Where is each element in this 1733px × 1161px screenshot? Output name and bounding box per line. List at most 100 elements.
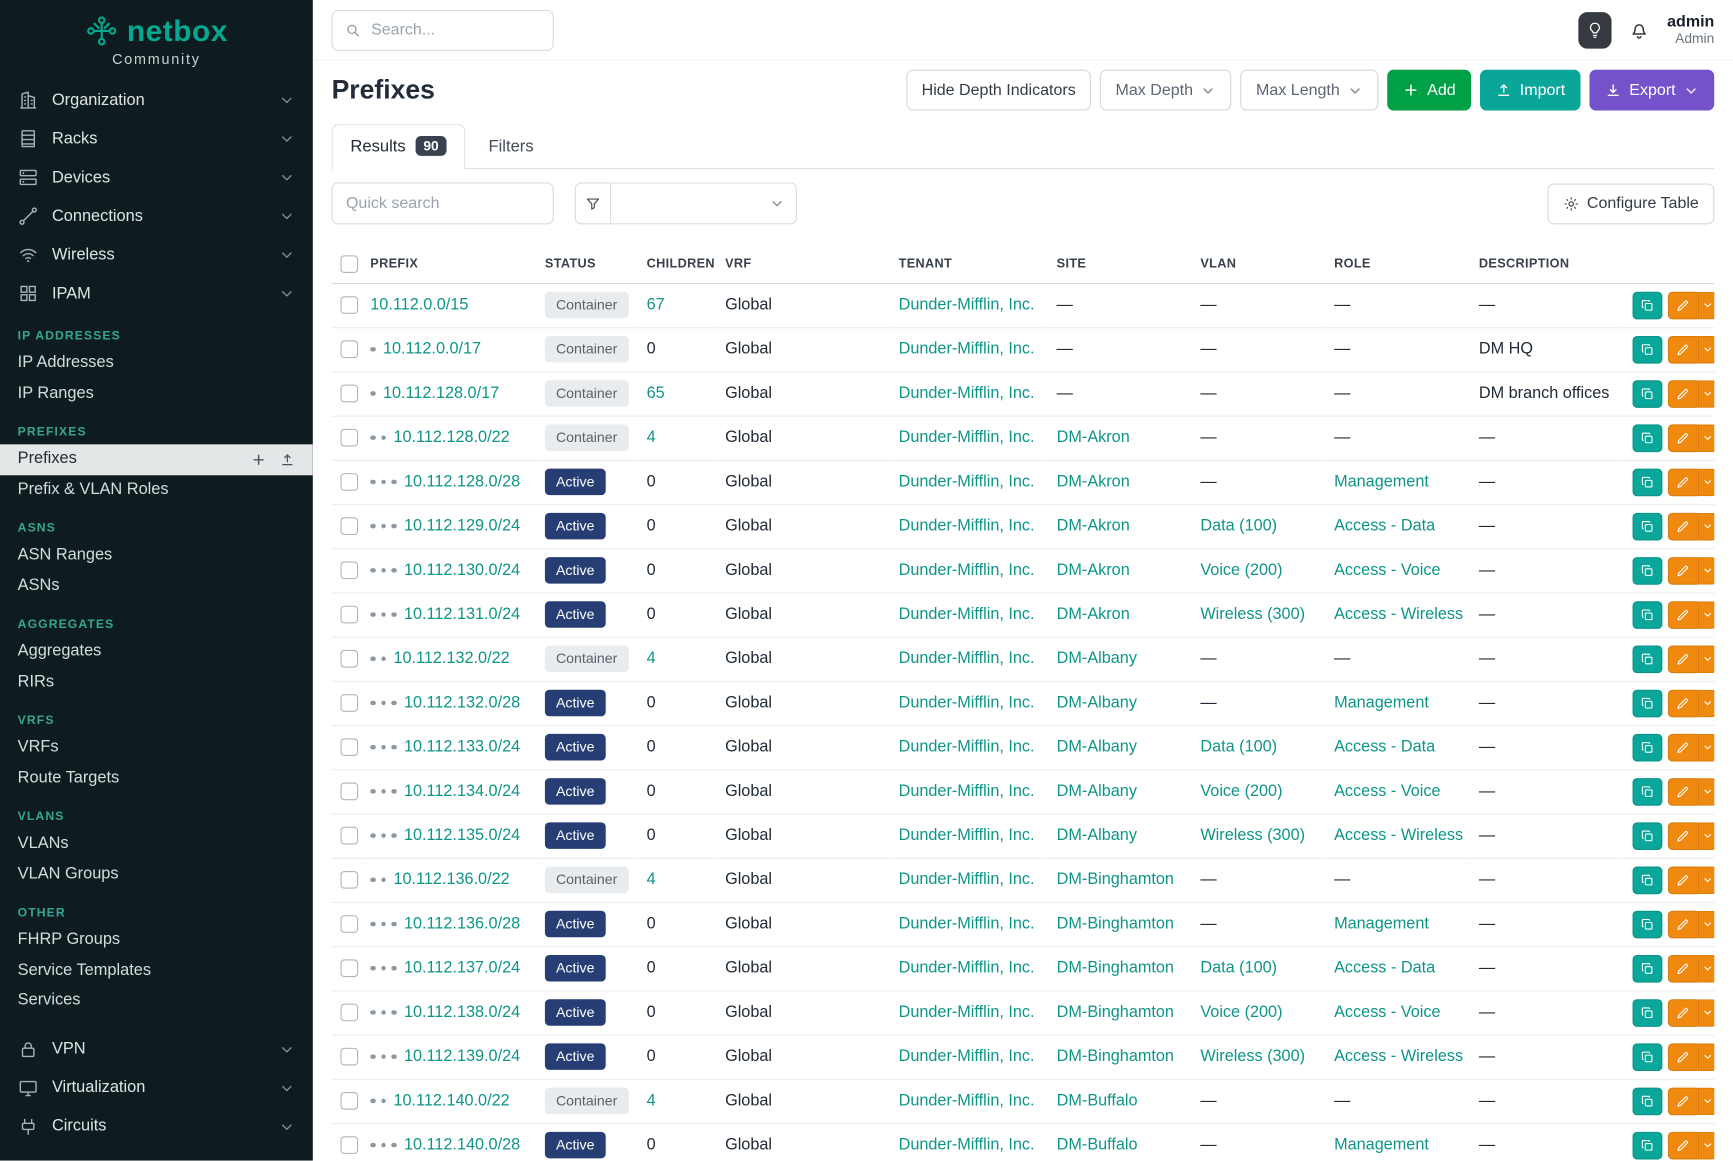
prefix-link[interactable]: 10.112.130.0/24 (404, 561, 520, 579)
tenant-link[interactable]: Dunder-Mifflin, Inc. (899, 340, 1035, 358)
children-count-link[interactable]: 4 (647, 650, 656, 668)
tenant-link[interactable]: Dunder-Mifflin, Inc. (899, 1092, 1035, 1110)
copy-button[interactable] (1633, 557, 1663, 585)
edit-button[interactable] (1668, 512, 1698, 540)
prefix-link[interactable]: 10.112.138.0/24 (404, 1004, 520, 1022)
edit-button[interactable] (1668, 557, 1698, 585)
edit-button[interactable] (1668, 601, 1698, 629)
site-link[interactable]: DM-Binghamton (1057, 959, 1174, 977)
sidebar-item-service-templates[interactable]: Service Templates (0, 956, 313, 986)
row-checkbox[interactable] (340, 429, 357, 446)
sidebar-item-ip-addresses[interactable]: IP Addresses (0, 348, 313, 378)
role-link[interactable]: Access - Wireless (1334, 606, 1463, 624)
site-link[interactable]: DM-Buffalo (1057, 1092, 1138, 1110)
sidebar-item-fhrp-groups[interactable]: FHRP Groups (0, 925, 313, 955)
row-checkbox[interactable] (340, 827, 357, 844)
prefix-link[interactable]: 10.112.136.0/22 (393, 871, 509, 889)
edit-button[interactable] (1668, 954, 1698, 982)
tab-filters[interactable]: Filters (470, 124, 553, 169)
site-link[interactable]: DM-Albany (1057, 783, 1137, 801)
edit-dropdown-button[interactable] (1698, 866, 1715, 894)
row-checkbox[interactable] (340, 562, 357, 579)
edit-dropdown-button[interactable] (1698, 733, 1715, 761)
sidebar-item-services[interactable]: Services (0, 986, 313, 1016)
row-checkbox[interactable] (340, 739, 357, 756)
row-checkbox[interactable] (340, 695, 357, 712)
sidebar-item-prefix-vlan-roles[interactable]: Prefix & VLAN Roles (0, 475, 313, 505)
edit-button[interactable] (1668, 645, 1698, 673)
tenant-link[interactable]: Dunder-Mifflin, Inc. (899, 385, 1035, 403)
children-count-link[interactable]: 67 (647, 296, 665, 314)
filter-button[interactable] (575, 182, 611, 224)
sidebar-item-asns[interactable]: ASNs (0, 571, 313, 601)
copy-button[interactable] (1633, 822, 1663, 850)
sidebar-item-wireless[interactable]: Wireless (0, 235, 313, 274)
prefix-link[interactable]: 10.112.134.0/24 (404, 783, 520, 801)
prefix-link[interactable]: 10.112.137.0/24 (404, 959, 520, 977)
copy-button[interactable] (1633, 645, 1663, 673)
tenant-link[interactable]: Dunder-Mifflin, Inc. (899, 738, 1035, 756)
edit-button[interactable] (1668, 1131, 1698, 1159)
children-count-link[interactable]: 65 (647, 385, 665, 403)
prefix-link[interactable]: 10.112.0.0/17 (383, 340, 481, 358)
role-link[interactable]: Management (1334, 1136, 1429, 1154)
site-link[interactable]: DM-Akron (1057, 606, 1130, 624)
edit-dropdown-button[interactable] (1698, 1131, 1715, 1159)
sidebar-item-asn-ranges[interactable]: ASN Ranges (0, 540, 313, 570)
tenant-link[interactable]: Dunder-Mifflin, Inc. (899, 1136, 1035, 1154)
vlan-link[interactable]: Data (100) (1200, 738, 1277, 756)
site-link[interactable]: DM-Binghamton (1057, 871, 1174, 889)
role-link[interactable]: Access - Data (1334, 959, 1435, 977)
copy-button[interactable] (1633, 601, 1663, 629)
saved-filter-select[interactable] (611, 182, 797, 224)
vlan-link[interactable]: Data (100) (1200, 959, 1277, 977)
vlan-link[interactable]: Wireless (300) (1200, 1048, 1305, 1066)
quick-import-icon[interactable] (280, 452, 295, 467)
copy-button[interactable] (1633, 954, 1663, 982)
sidebar-item-vrfs[interactable]: VRFs (0, 733, 313, 763)
row-checkbox[interactable] (340, 871, 357, 888)
max-length-dropdown[interactable]: Max Length (1241, 70, 1379, 111)
prefix-link[interactable]: 10.112.140.0/28 (404, 1136, 520, 1154)
copy-button[interactable] (1633, 1131, 1663, 1159)
tenant-link[interactable]: Dunder-Mifflin, Inc. (899, 429, 1035, 447)
prefix-link[interactable]: 10.112.128.0/28 (404, 473, 520, 491)
vlan-link[interactable]: Wireless (300) (1200, 606, 1305, 624)
column-header-vrf[interactable]: VRF (716, 245, 890, 283)
sidebar-item-connections[interactable]: Connections (0, 197, 313, 236)
copy-button[interactable] (1633, 866, 1663, 894)
prefix-link[interactable]: 10.112.139.0/24 (404, 1048, 520, 1066)
column-header-vlan[interactable]: VLAN (1192, 245, 1326, 283)
tenant-link[interactable]: Dunder-Mifflin, Inc. (899, 606, 1035, 624)
site-link[interactable]: DM-Binghamton (1057, 1004, 1174, 1022)
sidebar-item-vlans[interactable]: VLANs (0, 829, 313, 859)
copy-button[interactable] (1633, 1043, 1663, 1071)
select-all-checkbox[interactable] (340, 255, 357, 272)
edit-dropdown-button[interactable] (1698, 954, 1715, 982)
add-button[interactable]: Add (1387, 70, 1471, 111)
edit-dropdown-button[interactable] (1698, 645, 1715, 673)
site-link[interactable]: DM-Akron (1057, 429, 1130, 447)
children-count-link[interactable]: 4 (647, 871, 656, 889)
sidebar-item-circuits[interactable]: Circuits (0, 1107, 313, 1146)
edit-button[interactable] (1668, 1087, 1698, 1115)
edit-button[interactable] (1668, 335, 1698, 363)
site-link[interactable]: DM-Binghamton (1057, 915, 1174, 933)
site-link[interactable]: DM-Buffalo (1057, 1136, 1138, 1154)
global-search-input[interactable] (371, 21, 540, 39)
sidebar-item-vlan-groups[interactable]: VLAN Groups (0, 859, 313, 889)
copy-button[interactable] (1633, 733, 1663, 761)
tenant-link[interactable]: Dunder-Mifflin, Inc. (899, 296, 1035, 314)
user-menu[interactable]: admin Admin (1667, 13, 1714, 46)
role-link[interactable]: Management (1334, 473, 1429, 491)
tenant-link[interactable]: Dunder-Mifflin, Inc. (899, 517, 1035, 535)
role-link[interactable]: Access - Voice (1334, 783, 1440, 801)
site-link[interactable]: DM-Albany (1057, 694, 1137, 712)
sidebar-item-aggregates[interactable]: Aggregates (0, 637, 313, 667)
copy-button[interactable] (1633, 689, 1663, 717)
role-link[interactable]: Access - Data (1334, 517, 1435, 535)
edit-button[interactable] (1668, 778, 1698, 806)
edit-dropdown-button[interactable] (1698, 557, 1715, 585)
vlan-link[interactable]: Voice (200) (1200, 1004, 1282, 1022)
prefix-link[interactable]: 10.112.136.0/28 (404, 915, 520, 933)
